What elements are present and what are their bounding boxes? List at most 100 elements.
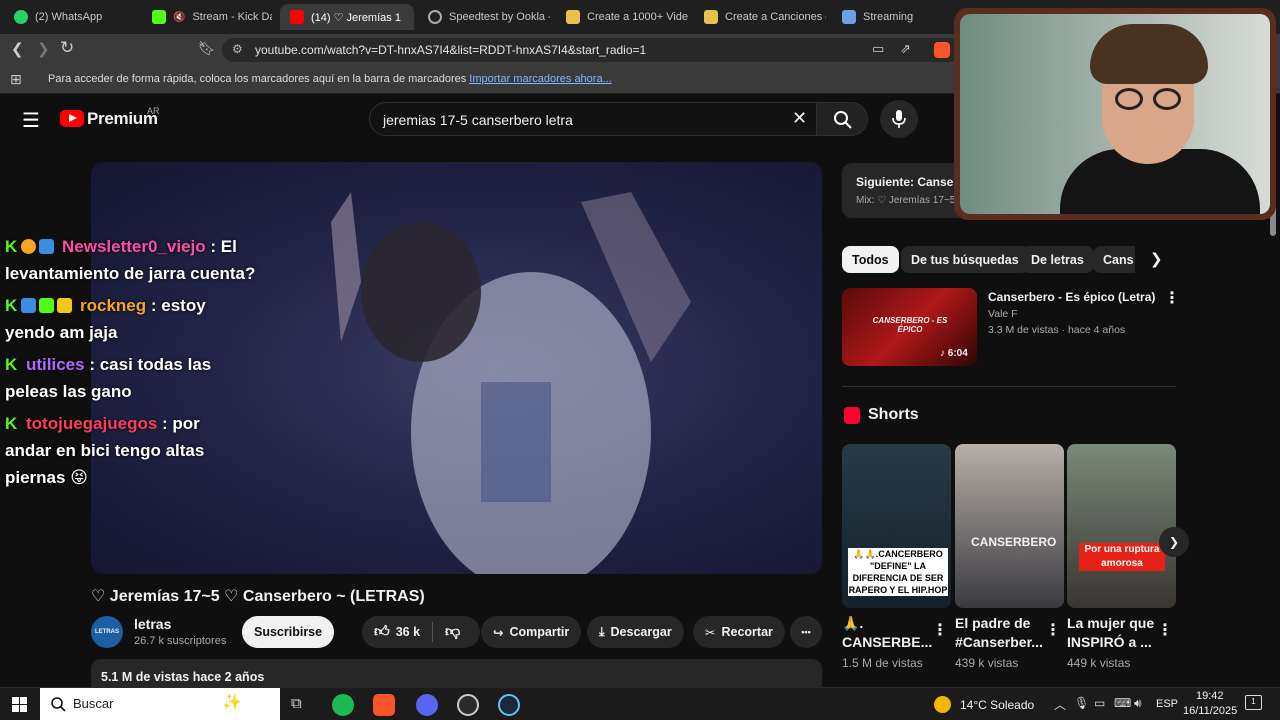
apps-grid-icon[interactable]: ⊞	[10, 71, 22, 88]
scissors-icon: ✂	[705, 625, 716, 640]
clock-time[interactable]: 19:42	[1196, 690, 1224, 702]
download-button[interactable]: ⤓ Descargar	[587, 616, 684, 648]
chat-text: levantamiento de jarra cuenta?	[5, 264, 256, 283]
bookmark-icon[interactable]: 🔖︎	[198, 40, 216, 57]
tab-label: (14) ♡ Jeremías 1	[311, 11, 401, 24]
mic-tray-icon[interactable]: 🎙︎	[1074, 696, 1089, 710]
search-input[interactable]: jeremias 17-5 canserbero letra ✕	[369, 102, 817, 136]
rec-more-icon[interactable]: ⋮	[1164, 288, 1180, 308]
tab-youtube[interactable]: (14) ♡ Jeremías 1 ✕	[280, 4, 414, 30]
tray-overflow-icon[interactable]: ︿	[1054, 696, 1066, 713]
clear-search-icon[interactable]: ✕	[792, 108, 807, 129]
rec-meta: 3.3 M de vistas · hace 4 años	[988, 324, 1126, 336]
battery-icon[interactable]: ▭	[1094, 696, 1105, 710]
network-icon[interactable]: ⌨	[1114, 696, 1131, 710]
task-view-icon[interactable]: ⧉	[291, 695, 302, 712]
taskbar-search[interactable]: Buscar ✨	[40, 688, 280, 720]
kick-badge-icon: K	[5, 355, 18, 374]
chip-canserbero[interactable]: Cans	[1093, 246, 1135, 273]
channel-name[interactable]: letras	[134, 616, 171, 632]
tab-whatsapp[interactable]: (2) WhatsApp	[4, 4, 134, 30]
short-thumbnail[interactable]: Por una ruptura amorosa	[1067, 444, 1176, 608]
more-icon: •••	[801, 627, 811, 637]
shorts-header: Shorts	[868, 406, 919, 423]
chat-username: Newsletter0_viejo	[62, 237, 206, 256]
tab-canciones[interactable]: Create a Canciones de	[694, 4, 826, 30]
rec-thumbnail[interactable]: CANSERBERO - ES ÉPICO ♪ 6:04	[842, 288, 977, 366]
short-title[interactable]: La mujer que INSPIRÓ a ...	[1067, 614, 1154, 652]
crown-badge-icon	[57, 298, 73, 313]
tab-create-video[interactable]: Create a 1000+ Video	[556, 4, 688, 30]
notification-icon[interactable]: 1	[1245, 695, 1262, 710]
rec-title[interactable]: Canserbero - Es épico (Letra)	[988, 290, 1155, 304]
voice-search-button[interactable]	[880, 100, 918, 138]
app-icon	[704, 10, 718, 24]
share-label: Compartir	[509, 625, 570, 639]
windows-start-icon[interactable]	[12, 697, 27, 712]
search-button[interactable]	[816, 102, 868, 136]
cast-icon[interactable]: ▭	[872, 41, 884, 57]
tab-streaming[interactable]: Streaming	[832, 4, 952, 30]
language-indicator[interactable]: ESP	[1156, 698, 1178, 710]
short-overlay-text: Por una ruptura amorosa	[1079, 543, 1165, 571]
chat-username: rockneg	[80, 296, 147, 315]
forward-icon[interactable]: ❯	[37, 40, 50, 58]
chat-message: K totojuegajuegos : por andar en bici te…	[5, 410, 204, 491]
short-thumbnail[interactable]: CANSERBERO	[955, 444, 1064, 608]
url-field[interactable]: ⚙ youtube.com/watch?v=DT-hnxAS7I4&list=R…	[222, 38, 962, 62]
steam-icon[interactable]	[498, 694, 520, 716]
share-button[interactable]: ↪ Compartir	[481, 616, 582, 648]
chip-lyrics[interactable]: De letras	[1021, 246, 1094, 273]
shorts-next-button[interactable]: ❯	[1159, 527, 1189, 557]
webcam-feed	[960, 14, 1270, 214]
brave-shield-icon[interactable]	[934, 42, 950, 58]
download-icon: ⤓	[599, 624, 605, 639]
reload-icon[interactable]: ↻	[60, 38, 74, 58]
back-icon[interactable]: ❮	[11, 40, 24, 58]
clip-button[interactable]: ✂ Recortar	[693, 616, 785, 648]
brave-icon[interactable]	[373, 694, 395, 716]
kick-badge-icon: K	[5, 296, 18, 315]
dislike-icon[interactable]: 👎︎	[445, 623, 460, 641]
up-next-panel[interactable]: Siguiente: Canserbero Mix: ♡ Jeremías 17…	[842, 163, 972, 218]
download-label: Descargar	[610, 625, 672, 639]
weather-text[interactable]: 14°C Soleado	[960, 698, 1034, 712]
import-bookmarks-link[interactable]: Importar marcadores ahora...	[469, 73, 611, 85]
search-icon	[834, 111, 852, 129]
subscribe-button[interactable]: Suscribirse	[242, 616, 335, 648]
chat-username: utilices	[26, 355, 85, 374]
tab-speedtest[interactable]: Speedtest by Ookla -	[418, 4, 550, 30]
rec-channel[interactable]: Vale F	[988, 308, 1018, 320]
short-thumbnail[interactable]: 🙏🙏.CANCERBERO "DEFINE" LA DIFERENCIA DE …	[842, 444, 951, 608]
short-more-icon[interactable]: ⋮	[932, 620, 948, 640]
chat-text: yendo am jaja	[5, 323, 118, 342]
streaming-icon	[842, 10, 856, 24]
clip-label: Recortar	[721, 625, 773, 639]
more-actions-button[interactable]: •••	[790, 616, 822, 648]
search-query: jeremias 17-5 canserbero letra	[383, 112, 573, 128]
tab-kick[interactable]: 🔇 Stream - Kick Dash	[142, 4, 272, 30]
divider	[432, 622, 434, 642]
short-more-icon[interactable]: ⋮	[1045, 620, 1061, 640]
like-count[interactable]: 36 k	[396, 625, 420, 639]
spotify-icon[interactable]	[332, 694, 354, 716]
youtube-icon	[290, 10, 304, 24]
short-overlay-text: 🙏🙏.CANCERBERO "DEFINE" LA DIFERENCIA DE …	[848, 548, 948, 596]
menu-icon[interactable]: ☰	[22, 108, 40, 133]
share-icon[interactable]: ⇗	[900, 41, 911, 57]
chevron-right-icon[interactable]: ❯	[1150, 250, 1163, 268]
clock-date[interactable]: 16/11/2025	[1183, 705, 1237, 717]
youtube-logo-icon[interactable]	[60, 110, 84, 127]
chip-searches[interactable]: De tus búsquedas	[901, 246, 1029, 273]
chip-all[interactable]: Todos	[842, 246, 899, 273]
short-more-icon[interactable]: ⋮	[1157, 620, 1173, 640]
obs-icon[interactable]	[457, 694, 479, 716]
short-title[interactable]: 🙏. CANSERBE...	[842, 614, 932, 652]
views-date: 5.1 M de vistas hace 2 años	[101, 670, 265, 684]
site-settings-icon[interactable]: ⚙	[232, 42, 243, 56]
volume-icon[interactable]: 🔊︎	[1134, 696, 1142, 711]
like-icon[interactable]: 👍︎	[374, 623, 390, 641]
channel-avatar[interactable]: LETRAS	[91, 616, 123, 648]
short-title[interactable]: El padre de #Canserber...	[955, 614, 1043, 652]
discord-icon[interactable]	[416, 694, 438, 716]
